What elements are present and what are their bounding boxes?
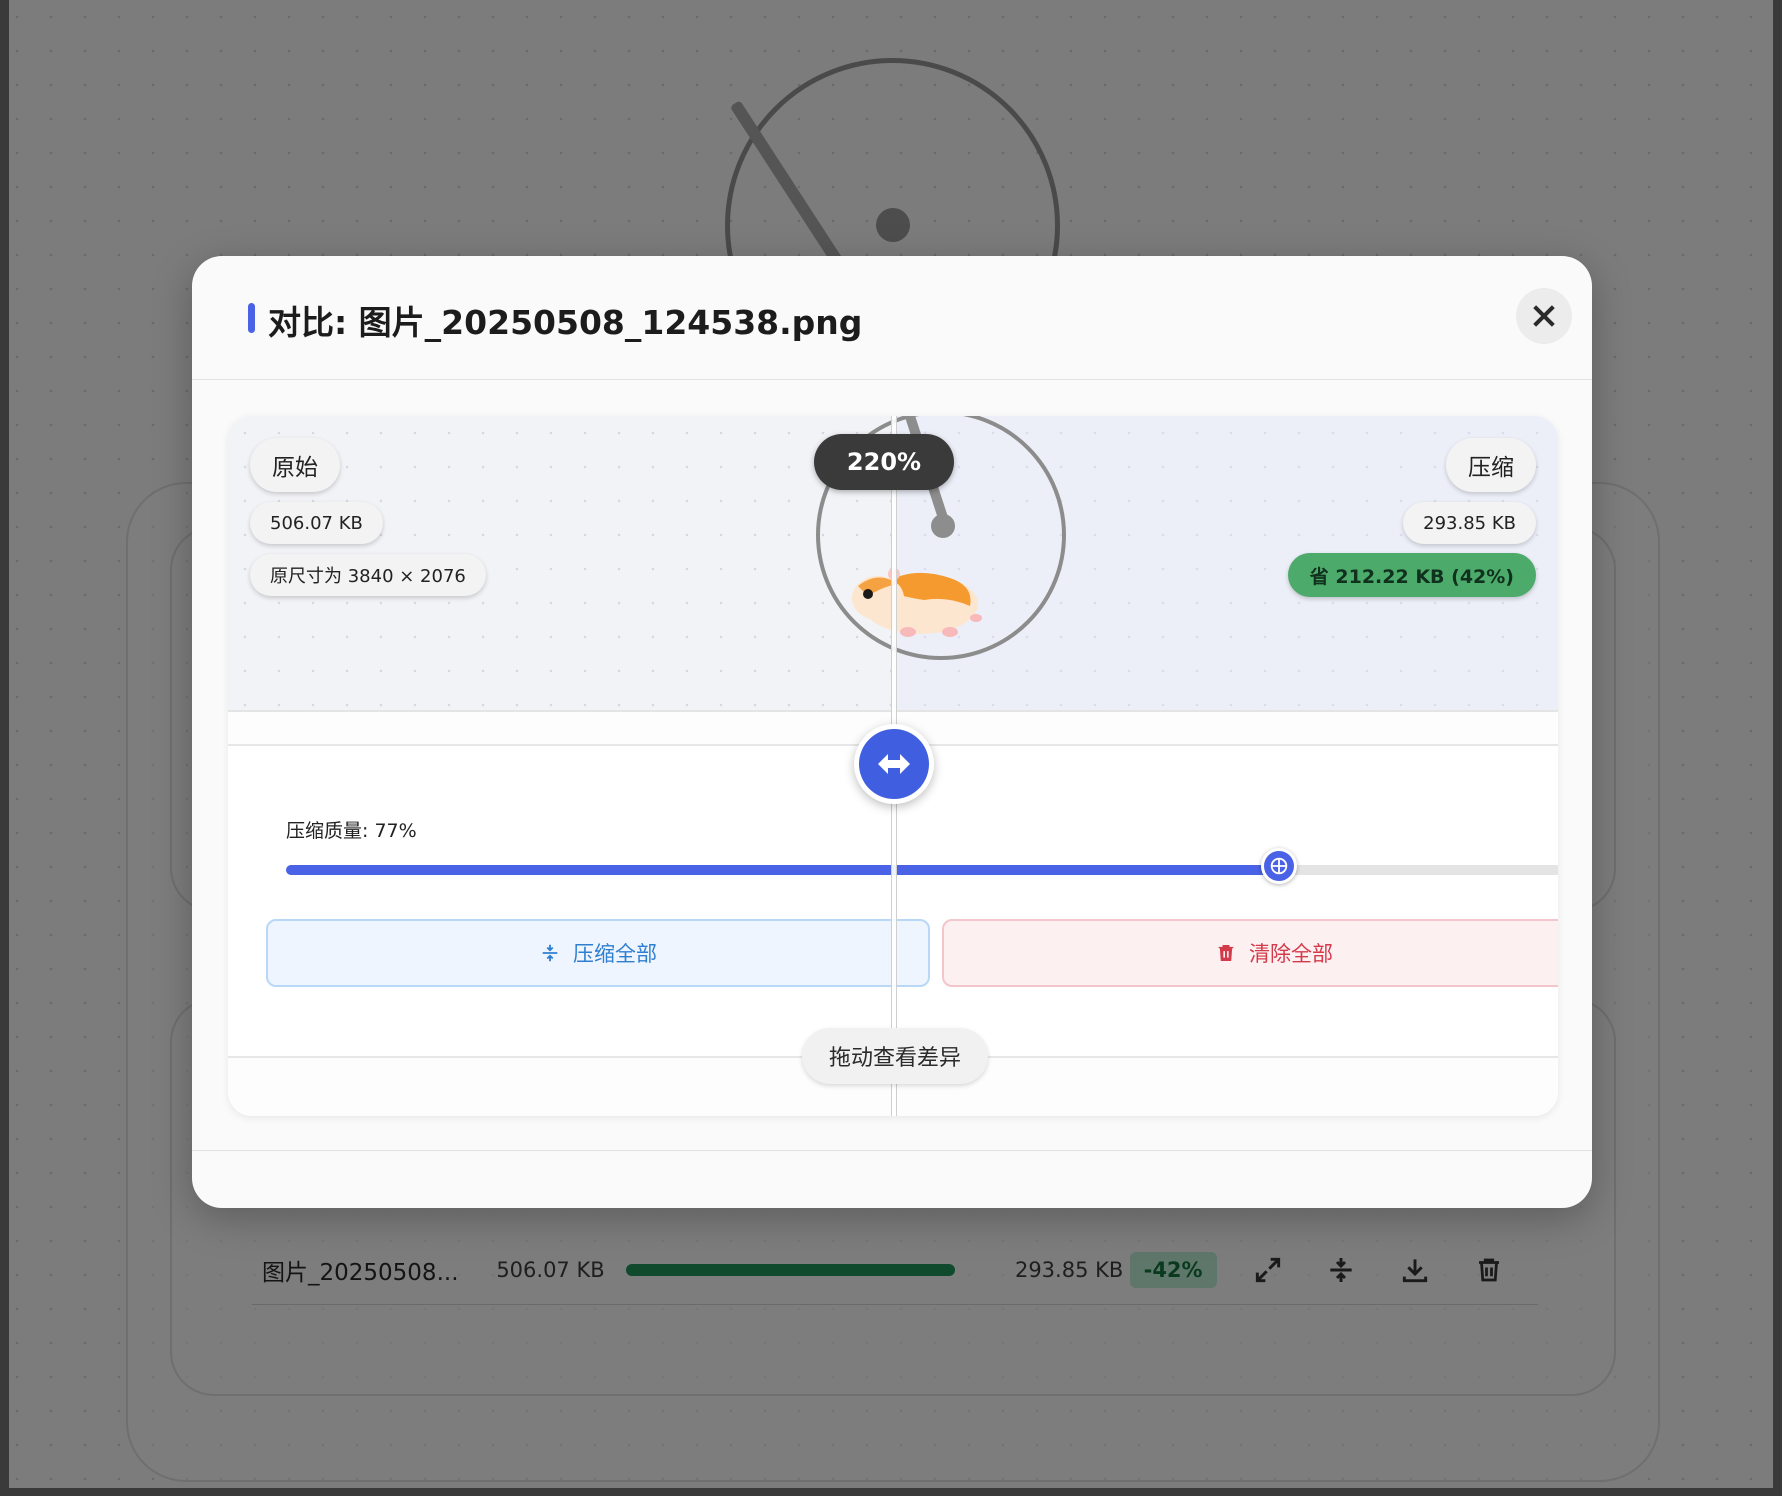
download-icon[interactable]: [1390, 1250, 1440, 1290]
dialog-footer-divider: [192, 1150, 1592, 1151]
file-list-row: 图片_20250508... 506.07 KB 293.85 KB -42%: [252, 1235, 1538, 1305]
compress-all-label: 压缩全部: [573, 942, 657, 966]
dialog-title: 对比: 图片_20250508_124538.png: [268, 303, 863, 342]
file-original-size: 506.07 KB: [496, 1257, 605, 1282]
compressed-label: 压缩: [1446, 438, 1536, 492]
clear-all-label: 清除全部: [1249, 942, 1333, 966]
hamster-image: [852, 568, 982, 637]
close-icon: [1533, 305, 1555, 327]
file-progress-bar: [625, 1263, 955, 1276]
compressed-size-badge: 293.85 KB: [1403, 502, 1536, 544]
drag-hint-label: 拖动查看差异: [802, 1028, 988, 1084]
image-compare-viewport[interactable]: 原始 506.07 KB 原尺寸为 3840 × 2076 压缩 293.85 …: [228, 416, 1558, 1116]
quality-slider-thumb[interactable]: [1261, 848, 1297, 884]
title-accent-bar: [248, 303, 255, 333]
clear-all-button[interactable]: 清除全部: [942, 919, 1558, 987]
original-size-badge: 506.07 KB: [250, 502, 383, 544]
compress-icon: [542, 944, 558, 962]
compress-icon[interactable]: [1316, 1250, 1366, 1290]
arrows-left-right-icon: [878, 754, 910, 774]
compare-dialog: 对比: 图片_20250508_124538.png 原始 506.07 KB …: [192, 256, 1592, 1208]
window-bottom-edge: [0, 1488, 1782, 1496]
dialog-header: 对比: 图片_20250508_124538.png: [192, 256, 1592, 380]
original-dimensions-badge: 原尺寸为 3840 × 2076: [250, 554, 486, 596]
file-compressed-size: 293.85 KB: [1014, 1257, 1124, 1282]
trash-icon[interactable]: [1464, 1250, 1514, 1290]
zoom-level-badge: 220%: [814, 434, 954, 490]
preview-clock-hub: [931, 514, 955, 538]
compare-drag-handle[interactable]: [854, 724, 934, 804]
window-left-edge: [0, 0, 9, 1496]
close-button[interactable]: [1516, 288, 1572, 344]
file-saving-badge: -42%: [1129, 1251, 1217, 1288]
slider-thumb-icon: [1270, 857, 1288, 875]
saving-badge: 省 212.22 KB (42%): [1287, 553, 1536, 597]
file-name: 图片_20250508...: [262, 1259, 459, 1286]
window-right-edge: [1773, 0, 1782, 1496]
expand-icon[interactable]: [1243, 1250, 1293, 1290]
compress-all-button[interactable]: 压缩全部: [266, 919, 930, 987]
background-clock-hub: [876, 208, 910, 242]
quality-slider-track[interactable]: [286, 865, 1558, 875]
quality-slider-fill: [286, 865, 1279, 875]
trash-icon: [1218, 944, 1234, 962]
quality-label: 压缩质量: 77%: [286, 820, 417, 842]
original-label: 原始: [250, 438, 340, 492]
